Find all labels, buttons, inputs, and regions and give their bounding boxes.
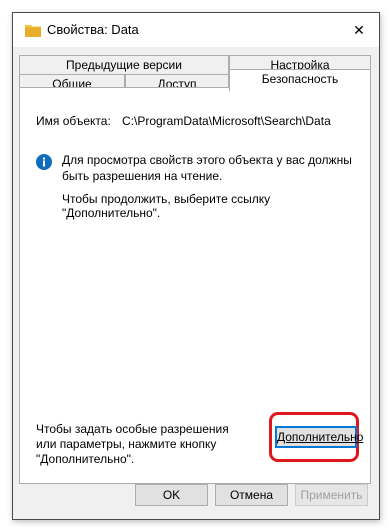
tab-previous-versions[interactable]: Предыдущие версии [19,55,229,74]
properties-dialog: Свойства: Data ✕ Предыдущие версии Настр… [12,12,380,520]
close-icon: ✕ [353,21,365,38]
window-title: Свойства: Data [47,22,139,37]
tab-security[interactable]: Безопасность [229,69,371,91]
advanced-button-label: Дополнительно [277,430,364,444]
info-message: Для просмотра свойств этого объекта у ва… [62,153,352,183]
close-button[interactable]: ✕ [339,13,379,47]
ok-button[interactable]: OK [135,484,208,506]
special-permissions-text: Чтобы задать особые разрешения или парам… [36,422,229,466]
security-panel: Имя объекта: C:\ProgramData\Microsoft\Se… [19,87,371,484]
advanced-button[interactable]: Дополнительно [275,426,363,448]
apply-button[interactable]: Применить [295,484,368,506]
cancel-button[interactable]: Отмена [215,484,288,506]
object-name-label: Имя объекта: [36,114,111,128]
info-icon [36,154,52,170]
folder-icon [25,25,41,37]
title-bar: Свойства: Data ✕ [13,13,379,47]
continue-message: Чтобы продолжить, выберите ссылку "Допол… [62,192,271,220]
object-name-value: C:\ProgramData\Microsoft\Search\Data [122,114,331,128]
